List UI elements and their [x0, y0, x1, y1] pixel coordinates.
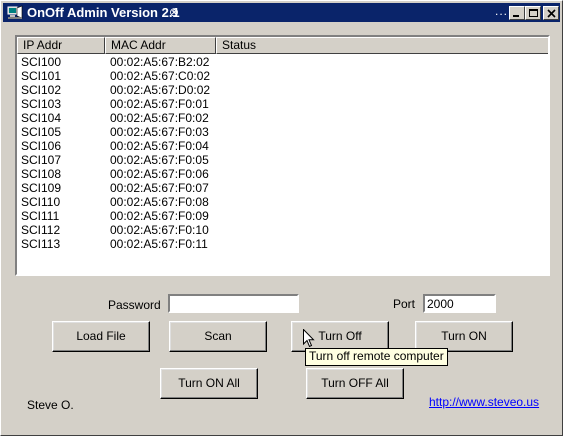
ip-cell: SCI102	[21, 83, 62, 97]
ip-cell: SCI107	[21, 153, 62, 167]
ip-cell: SCI104	[21, 111, 62, 125]
mac-cell: 00:02:A5:67:F0:09	[110, 209, 209, 223]
ip-cell: SCI105	[21, 125, 62, 139]
main-window: OnOff Admin Version 2.1 ⊗ ... IP Addr MA…	[0, 0, 563, 436]
title-bar[interactable]: OnOff Admin Version 2.1 ⊗ ...	[3, 3, 560, 22]
title-symbol: ⊗	[169, 5, 180, 19]
ip-cell: SCI108	[21, 167, 62, 181]
mac-cell: 00:02:A5:67:F0:06	[110, 167, 209, 181]
mac-cell: 00:02:A5:67:F0:04	[110, 139, 209, 153]
ip-cell: SCI106	[21, 139, 62, 153]
port-field[interactable]	[423, 294, 496, 313]
ip-cell: SCI101	[21, 69, 62, 83]
title-dots: ...	[495, 4, 509, 18]
mac-cell: 00:02:A5:67:F0:07	[110, 181, 209, 195]
computer-list[interactable]: IP Addr MAC Addr Status SCI100 00:02:A5:6…	[15, 35, 550, 276]
password-field[interactable]	[168, 294, 299, 313]
mac-cell: 00:02:A5:67:F0:02	[110, 111, 209, 125]
list-item[interactable]: SCI113 00:02:A5:67:F0:11	[17, 237, 548, 251]
list-item[interactable]: SCI111 00:02:A5:67:F0:09	[17, 209, 548, 223]
mouse-cursor-icon	[303, 329, 315, 348]
list-item[interactable]: SCI109 00:02:A5:67:F0:07	[17, 181, 548, 195]
list-item[interactable]: SCI101 00:02:A5:67:C0:02	[17, 69, 548, 83]
scan-button[interactable]: Scan	[169, 321, 267, 352]
list-item[interactable]: SCI105 00:02:A5:67:F0:03	[17, 125, 548, 139]
list-item[interactable]: SCI108 00:02:A5:67:F0:06	[17, 167, 548, 181]
mac-cell: 00:02:A5:67:F0:01	[110, 97, 209, 111]
ip-cell: SCI100	[21, 55, 62, 69]
mac-cell: 00:02:A5:67:F0:11	[110, 237, 208, 251]
close-button[interactable]	[543, 6, 559, 20]
ip-cell: SCI103	[21, 97, 62, 111]
ip-cell: SCI112	[21, 223, 61, 237]
ip-cell: SCI109	[21, 181, 62, 195]
app-icon	[7, 5, 23, 19]
column-header-mac[interactable]: MAC Addr	[105, 37, 216, 54]
turn-on-all-button[interactable]: Turn ON All	[160, 368, 258, 399]
list-item[interactable]: SCI104 00:02:A5:67:F0:02	[17, 111, 548, 125]
close-icon	[547, 9, 556, 18]
list-item[interactable]: SCI107 00:02:A5:67:F0:05	[17, 153, 548, 167]
port-label: Port	[393, 297, 416, 311]
column-header-status[interactable]: Status	[216, 37, 548, 54]
mac-cell: 00:02:A5:67:B2:02	[110, 55, 210, 69]
maximize-icon	[529, 9, 538, 17]
mac-cell: 00:02:A5:67:F0:10	[110, 223, 209, 237]
list-item[interactable]: SCI106 00:02:A5:67:F0:04	[17, 139, 548, 153]
minimize-icon	[513, 15, 519, 17]
turn-off-all-button[interactable]: Turn OFF All	[306, 368, 404, 399]
mac-cell: 00:02:A5:67:F0:05	[110, 153, 209, 167]
load-file-button[interactable]: Load File	[52, 321, 150, 352]
website-link[interactable]: http://www.steveo.us	[429, 395, 539, 409]
mac-cell: 00:02:A5:67:C0:02	[110, 69, 211, 83]
list-item[interactable]: SCI112 00:02:A5:67:F0:10	[17, 223, 548, 237]
mac-cell: 00:02:A5:67:D0:02	[110, 83, 211, 97]
ip-cell: SCI110	[21, 195, 61, 209]
list-item[interactable]: SCI100 00:02:A5:67:B2:02	[17, 55, 548, 69]
ip-cell: SCI111	[21, 209, 60, 223]
password-label: Password	[108, 298, 161, 312]
maximize-button[interactable]	[525, 6, 541, 20]
author-label: Steve O.	[27, 398, 74, 412]
mac-cell: 00:02:A5:67:F0:03	[110, 125, 209, 139]
minimize-button[interactable]	[509, 6, 525, 20]
column-header-ip[interactable]: IP Addr	[17, 37, 105, 54]
turn-off-tooltip: Turn off remote computer	[305, 348, 448, 366]
window-title: OnOff Admin Version 2.1	[27, 5, 180, 20]
mac-cell: 00:02:A5:67:F0:08	[110, 195, 209, 209]
list-item[interactable]: SCI103 00:02:A5:67:F0:01	[17, 97, 548, 111]
list-item[interactable]: SCI102 00:02:A5:67:D0:02	[17, 83, 548, 97]
ip-cell: SCI113	[21, 237, 61, 251]
list-item[interactable]: SCI110 00:02:A5:67:F0:08	[17, 195, 548, 209]
